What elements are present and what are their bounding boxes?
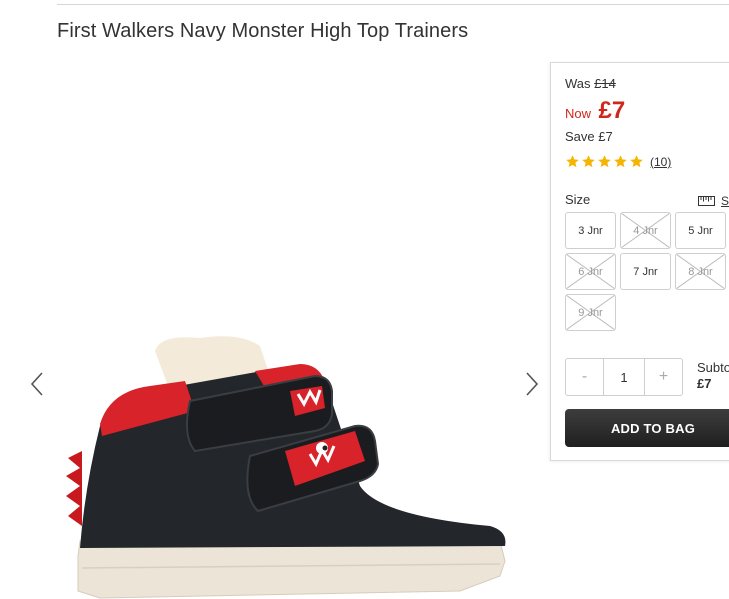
size-option[interactable]: 3 Jnr — [565, 212, 616, 249]
star-icon — [598, 155, 611, 168]
gallery-prev-button[interactable] — [27, 369, 47, 399]
rating: (10) — [565, 154, 671, 169]
now-value: £7 — [598, 97, 626, 124]
was-label: Was — [565, 76, 591, 91]
star-icon — [630, 155, 643, 168]
chevron-left-icon — [30, 372, 43, 396]
size-option-label: 4 Jnr — [633, 224, 658, 237]
top-divider — [57, 4, 729, 5]
save-amount: Save £7 — [565, 129, 613, 144]
ruler-icon — [698, 196, 715, 206]
star-rating — [565, 154, 644, 169]
subtotal-value: £7 — [697, 376, 712, 391]
star-icon — [582, 155, 595, 168]
chevron-right-icon — [526, 372, 539, 396]
size-option[interactable]: 6 Jnr — [565, 253, 616, 290]
quantity-value[interactable]: 1 — [603, 359, 645, 395]
gallery-next-button[interactable] — [522, 369, 542, 399]
subtotal-label: Subto — [697, 360, 729, 375]
size-option-label: 8 Jnr — [688, 265, 713, 278]
size-option[interactable]: 8 Jnr — [675, 253, 726, 290]
size-option[interactable]: 5 Jnr — [675, 212, 726, 249]
size-guide-link[interactable]: S — [698, 194, 729, 208]
quantity-decrease-button[interactable]: - — [566, 359, 603, 395]
now-price: Now £7 — [565, 97, 625, 125]
was-price: Was £14 — [565, 76, 616, 91]
size-option[interactable]: 7 Jnr — [620, 253, 671, 290]
size-option-label: 6 Jnr — [578, 265, 603, 278]
size-option-label: 7 Jnr — [633, 265, 658, 278]
review-count-link[interactable]: (10) — [650, 155, 671, 169]
size-option[interactable]: 4 Jnr — [620, 212, 671, 249]
size-option-label: 5 Jnr — [688, 224, 713, 237]
add-to-bag-button[interactable]: ADD TO BAG — [565, 409, 729, 447]
star-icon — [566, 155, 579, 168]
size-guide-label: S — [721, 194, 729, 208]
product-image — [66, 336, 506, 599]
was-value: £14 — [594, 76, 616, 91]
now-label: Now — [565, 106, 592, 121]
size-option-label: 9 Jnr — [578, 306, 603, 319]
size-option-label: 3 Jnr — [578, 224, 603, 237]
product-gallery — [0, 60, 550, 599]
size-option[interactable]: 9 Jnr — [565, 294, 616, 331]
size-label: Size — [565, 192, 591, 207]
product-title: First Walkers Navy Monster High Top Trai… — [57, 20, 469, 42]
quantity-increase-button[interactable]: + — [645, 359, 682, 395]
quantity-stepper: - 1 + — [565, 358, 683, 396]
purchase-panel: Was £14 Now £7 Save £7 (10) Size S 3 Jnr… — [550, 62, 729, 461]
star-icon — [614, 155, 627, 168]
